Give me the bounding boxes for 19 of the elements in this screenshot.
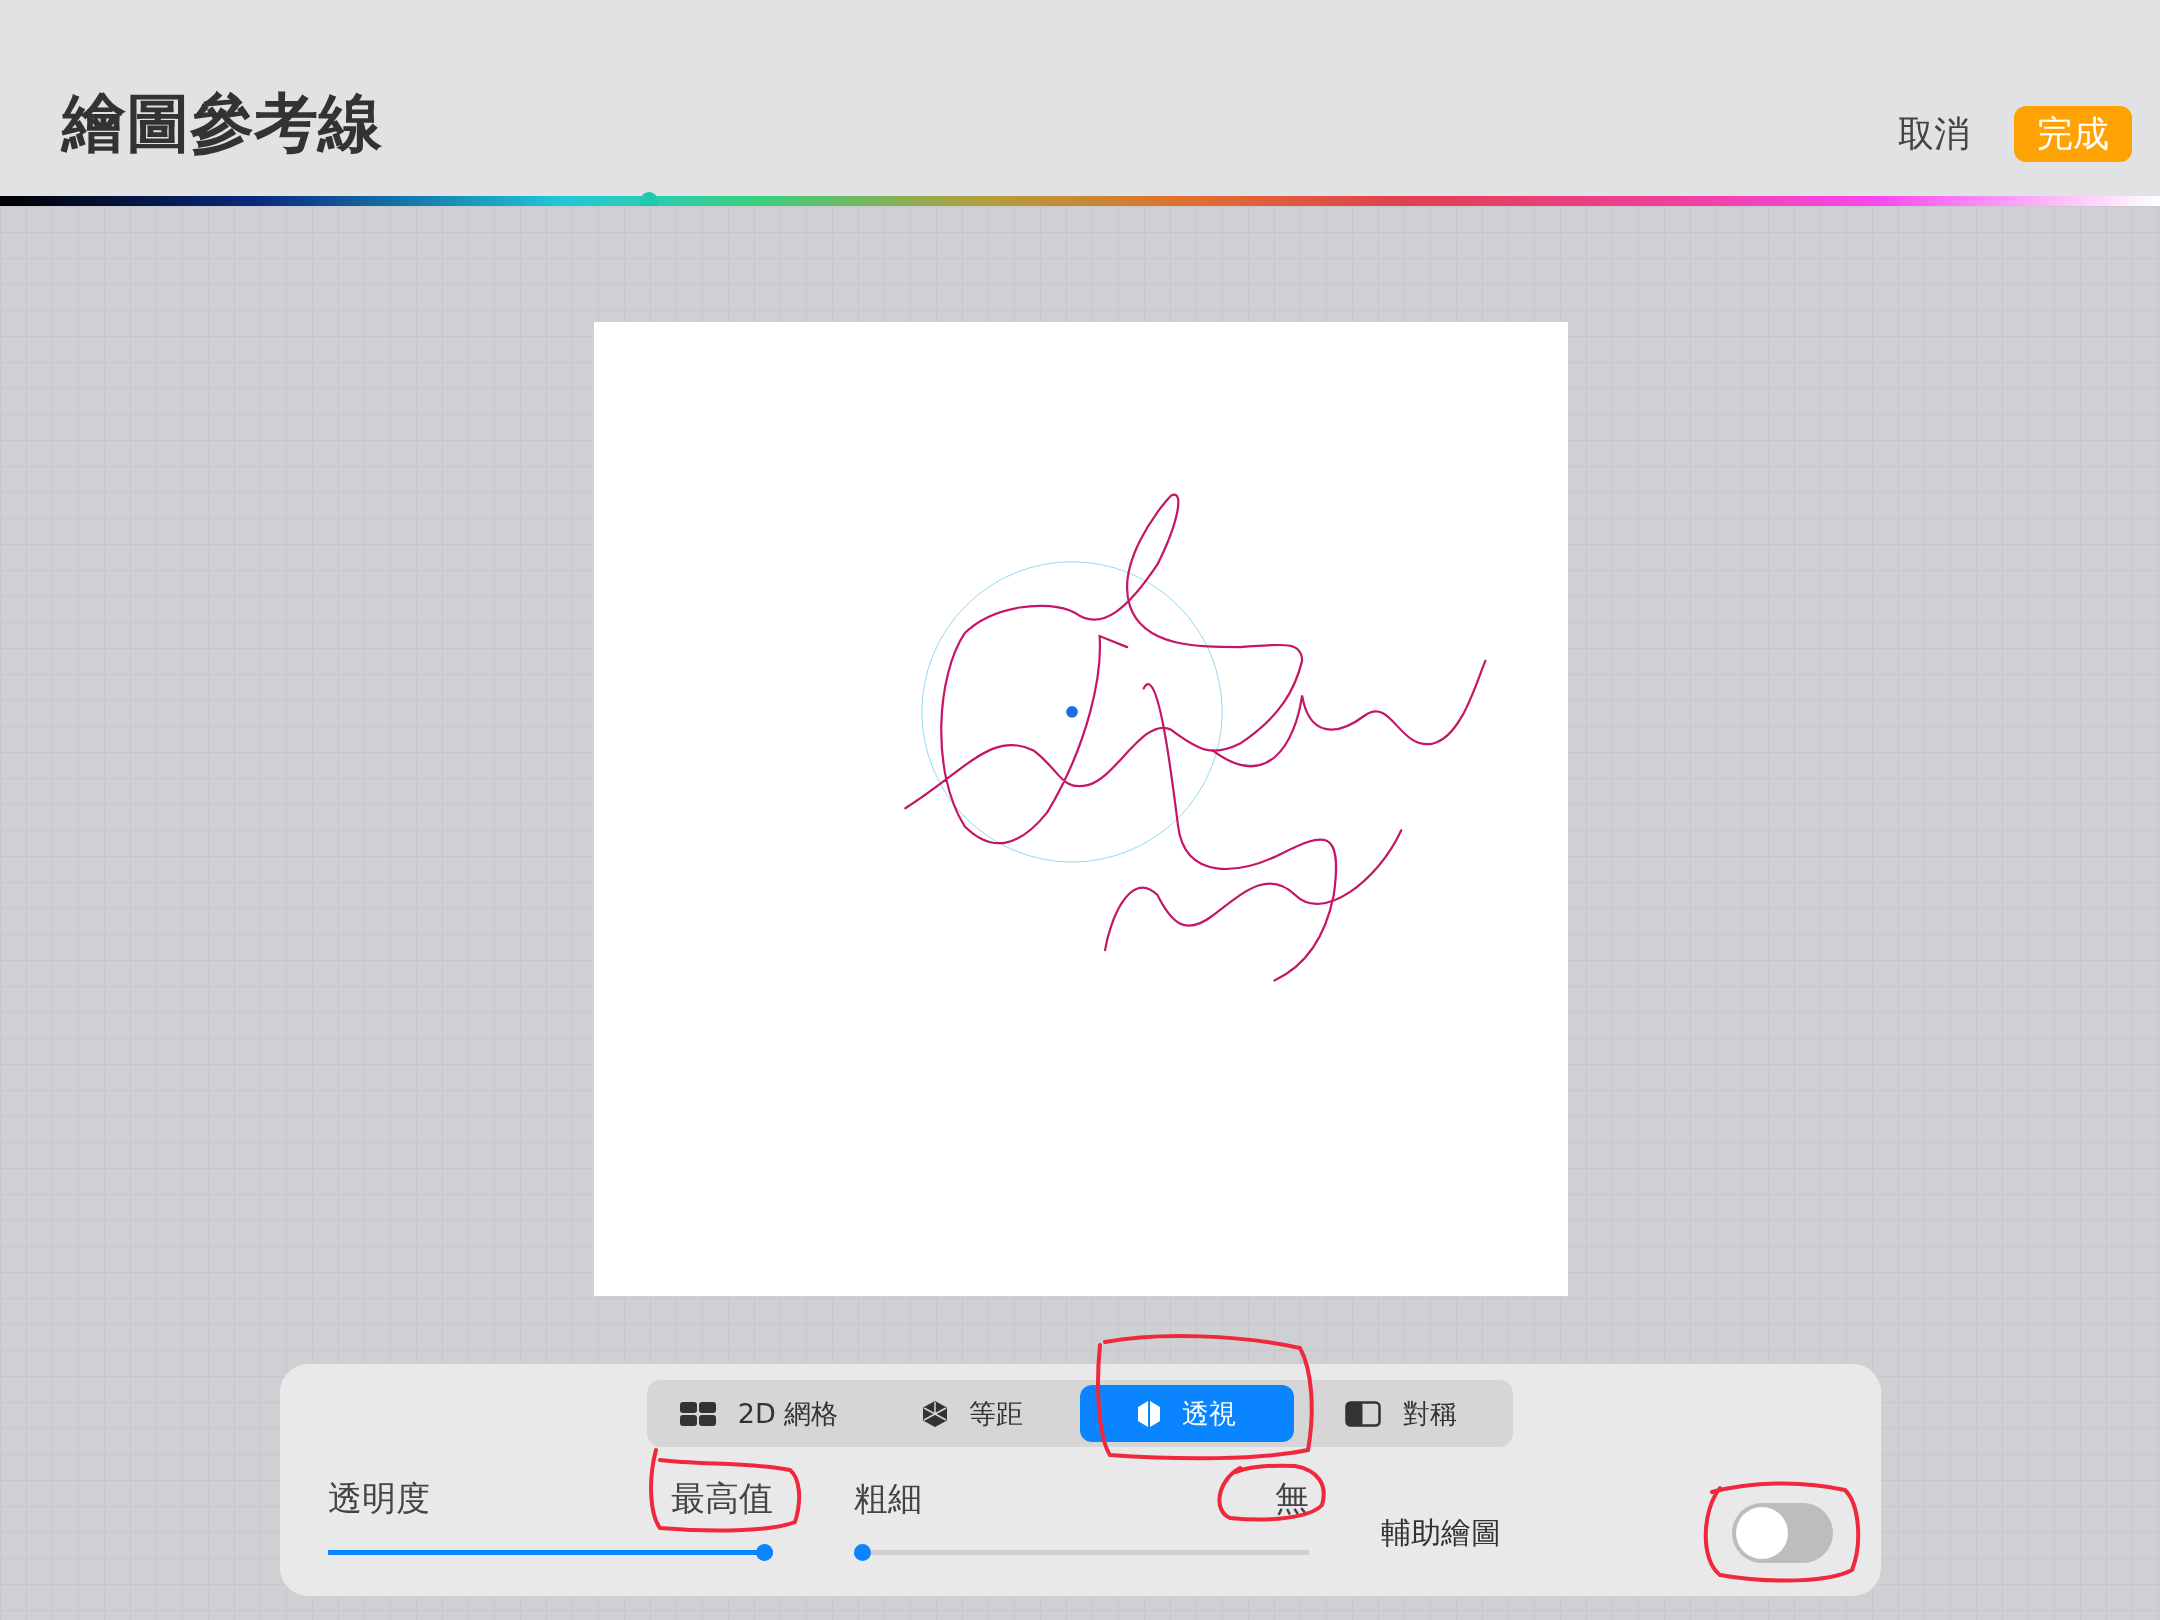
guide-type-tab[interactable]: 2D 網格 (652, 1385, 866, 1442)
slider-label: 粗細 (853, 1476, 922, 1520)
guide-type-tab[interactable]: 對稱 (1294, 1385, 1508, 1442)
guide-type-tab[interactable]: 透視 (1080, 1385, 1294, 1442)
slider-value: 無 (1274, 1476, 1309, 1520)
guide-type-tab[interactable]: 等距 (866, 1385, 1080, 1442)
assisted-drawing-label: 輔助繪圖 (1380, 1513, 1501, 1552)
half-square-icon (1345, 1400, 1381, 1427)
cube-icon (923, 1400, 947, 1427)
slider-value: 最高值 (670, 1476, 773, 1520)
toggle-switch[interactable] (1731, 1503, 1833, 1563)
hexagon-icon (1138, 1400, 1160, 1427)
slider-label: 透明度 (327, 1476, 430, 1520)
grid-icon (679, 1401, 716, 1426)
slider-thumb[interactable] (853, 1543, 871, 1561)
page-title: 繪圖參考線 (62, 84, 382, 162)
slider-thumb[interactable] (755, 1543, 773, 1561)
center-handle[interactable] (1063, 703, 1080, 720)
cancel-button[interactable]: 取消 (1898, 109, 1970, 159)
